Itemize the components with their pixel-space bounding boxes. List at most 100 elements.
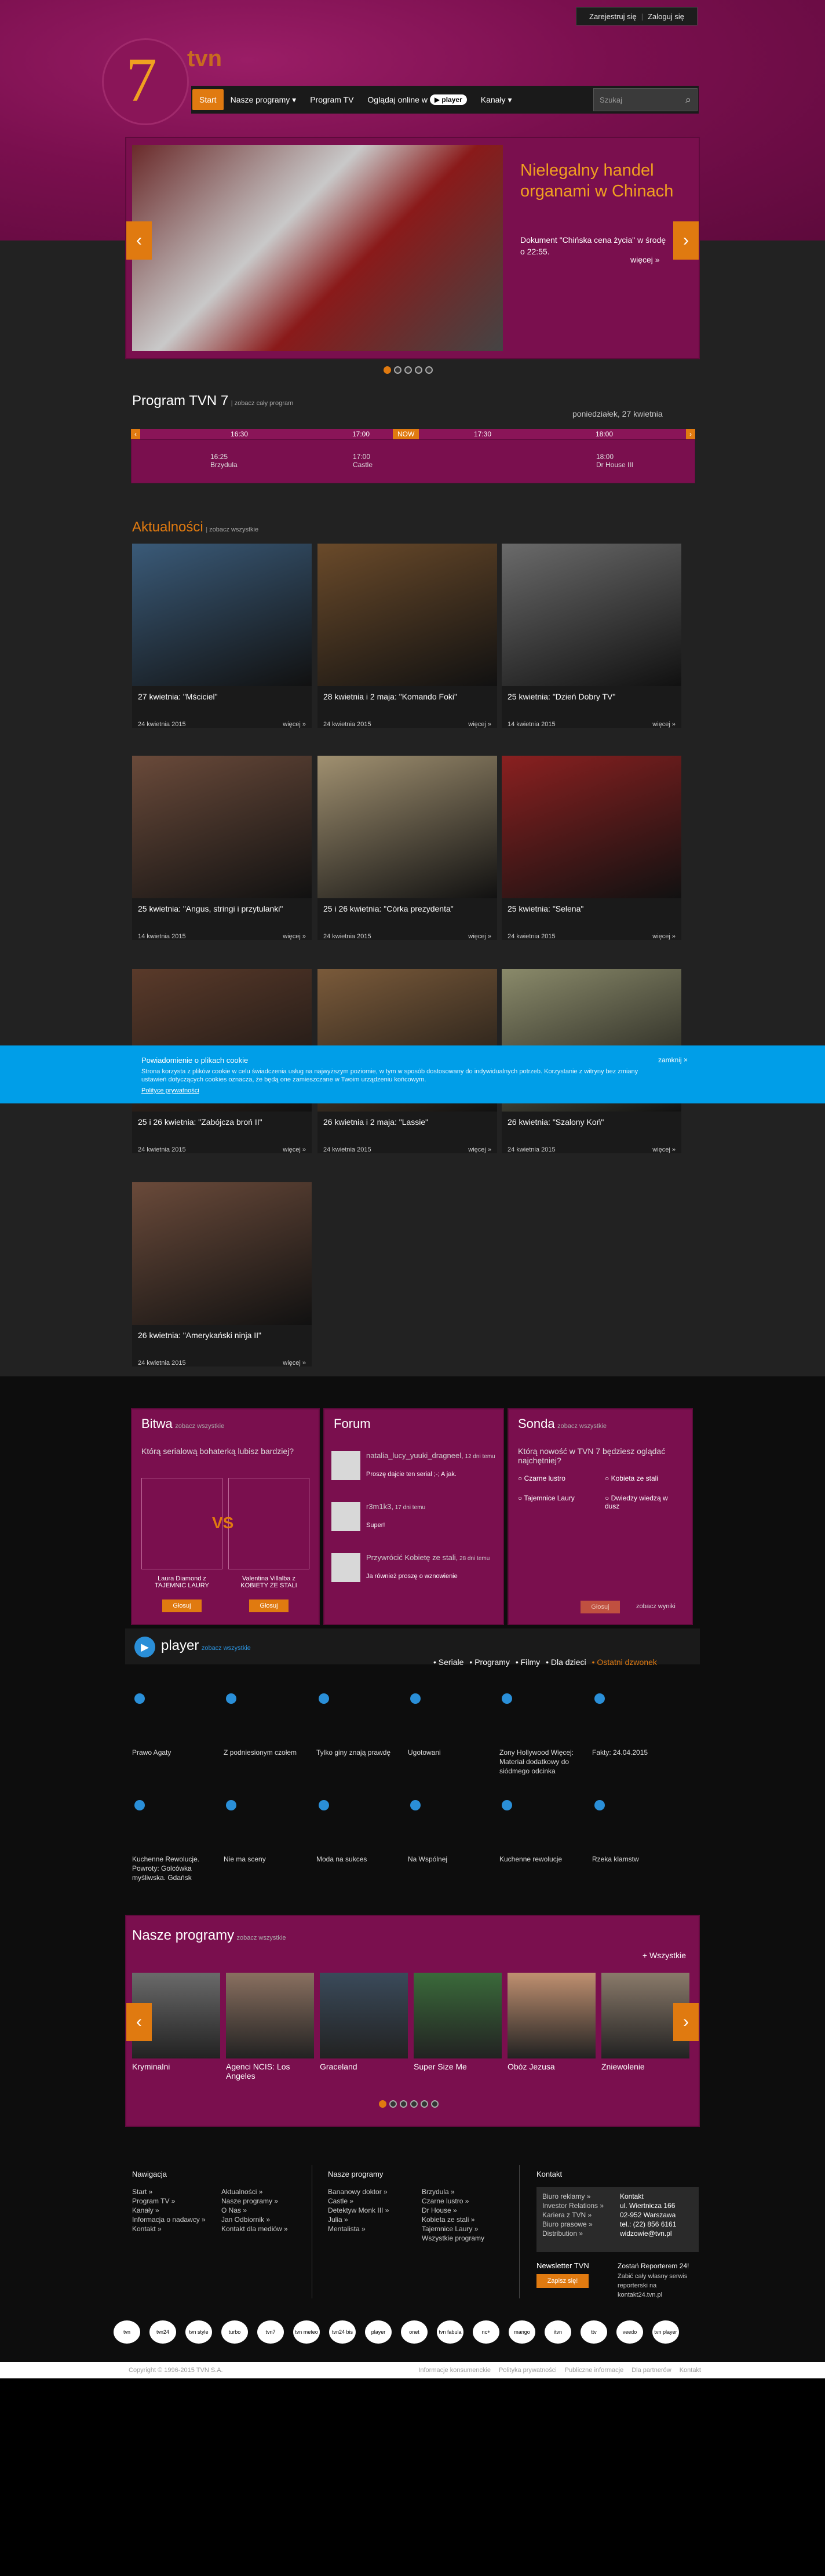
schedule-see-all-link[interactable]: zobacz cały program bbox=[235, 400, 294, 407]
player-video[interactable]: Kuchenne Rewolucje. Powroty: Golcówka my… bbox=[132, 1798, 219, 1882]
footer-program-link[interactable]: Brzydula » bbox=[422, 2187, 509, 2196]
video-thumbnail[interactable] bbox=[132, 1798, 219, 1851]
hero-image[interactable] bbox=[132, 145, 503, 351]
video-thumbnail[interactable] bbox=[224, 1798, 311, 1851]
nav-tv-program[interactable]: Program TV bbox=[303, 86, 360, 114]
news-image[interactable] bbox=[317, 756, 497, 898]
video-thumbnail[interactable] bbox=[316, 1691, 403, 1744]
player-tab[interactable]: • Dla dzieci bbox=[546, 1657, 586, 1667]
news-more-link[interactable]: więcej » bbox=[283, 1360, 306, 1367]
partner-logo-icon[interactable]: itvn bbox=[545, 2320, 571, 2344]
programs-see-all-link[interactable]: zobacz wszystkie bbox=[237, 1934, 286, 1941]
news-card[interactable]: 26 kwietnia: "Amerykański ninja II" 24 kw… bbox=[132, 1182, 312, 1367]
bottom-link[interactable]: Kontakt bbox=[680, 2367, 701, 2374]
program-image[interactable] bbox=[226, 1973, 314, 2058]
video-thumbnail[interactable] bbox=[499, 1691, 586, 1744]
bottom-link[interactable]: Informacje konsumenckie bbox=[418, 2367, 491, 2374]
pagination-dot[interactable] bbox=[384, 366, 391, 374]
program-item[interactable]: Obóz Jezusa bbox=[508, 1973, 596, 2071]
footer-program-link[interactable]: Kobieta ze stali » bbox=[422, 2215, 509, 2224]
battle-see-all-link[interactable]: zobacz wszystkie bbox=[175, 1423, 224, 1430]
poll-results-link[interactable]: zobacz wyniki bbox=[636, 1603, 676, 1610]
news-card[interactable]: 27 kwietnia: "Mściciel" 24 kwietnia 2015 w… bbox=[132, 544, 312, 728]
nav-programs[interactable]: Nasze programy ▾ bbox=[224, 86, 304, 114]
news-more-link[interactable]: więcej » bbox=[468, 721, 491, 728]
footer-program-link[interactable]: Mentalista » bbox=[328, 2224, 415, 2233]
news-more-link[interactable]: więcej » bbox=[283, 1146, 306, 1153]
battle-vote-left-button[interactable]: Głosuj bbox=[162, 1599, 202, 1612]
nav-channels[interactable]: Kanały ▾ bbox=[474, 86, 519, 114]
news-caption[interactable]: 28 kwietnia i 2 maja: "Komando Foki" bbox=[317, 686, 497, 721]
register-link[interactable]: Zarejestruj się bbox=[589, 12, 637, 21]
partner-logo-icon[interactable]: tvn bbox=[114, 2320, 140, 2344]
search-input[interactable]: Szukaj ⌕ bbox=[593, 88, 698, 111]
news-caption[interactable]: 26 kwietnia: "Amerykański ninja II" bbox=[132, 1325, 312, 1360]
video-title[interactable]: Nie ma sceny bbox=[224, 1854, 311, 1864]
footer-program-link[interactable]: Wszystkie programy bbox=[422, 2233, 509, 2243]
player-video[interactable]: Zony Hollywood Więcej: Materiał dodatkow… bbox=[499, 1691, 586, 1776]
player-see-all-link[interactable]: zobacz wszystkie bbox=[202, 1645, 251, 1652]
player-tab[interactable]: • Filmy bbox=[516, 1657, 540, 1667]
partner-logo-icon[interactable]: ttv bbox=[581, 2320, 607, 2344]
news-card[interactable]: 28 kwietnia i 2 maja: "Komando Foki" 24 k… bbox=[317, 544, 497, 728]
news-image[interactable] bbox=[132, 544, 312, 686]
timeline-prev-icon[interactable]: ‹ bbox=[131, 429, 140, 439]
partner-logo-icon[interactable]: tvn7 bbox=[257, 2320, 284, 2344]
program-name[interactable]: Graceland bbox=[320, 2062, 408, 2071]
video-title[interactable]: Fakty: 24.04.2015 bbox=[592, 1748, 679, 1757]
pagination-dot[interactable] bbox=[421, 2100, 428, 2108]
battle-vote-right-button[interactable]: Głosuj bbox=[249, 1599, 289, 1612]
pagination-dot[interactable] bbox=[379, 2100, 386, 2108]
footer-nav-link[interactable]: Nasze programy » bbox=[221, 2196, 308, 2206]
poll-vote-button[interactable]: Głosuj bbox=[581, 1601, 620, 1613]
player-tab[interactable]: • Programy bbox=[469, 1657, 509, 1667]
news-card[interactable]: 25 kwietnia: "Selena" 24 kwietnia 2015 wię… bbox=[502, 756, 681, 940]
footer-contact-link[interactable]: Distribution » bbox=[542, 2229, 612, 2238]
hero-title[interactable]: Nielegalny handel organami w Chinach bbox=[520, 160, 688, 202]
video-thumbnail[interactable] bbox=[499, 1798, 586, 1851]
program-name[interactable]: Super Size Me bbox=[414, 2062, 502, 2071]
program-item[interactable]: Agenci NCIS: Los Angeles bbox=[226, 1973, 314, 2081]
search-icon[interactable]: ⌕ bbox=[685, 94, 691, 106]
login-link[interactable]: Zaloguj się bbox=[648, 12, 684, 21]
partner-logo-icon[interactable]: tvn24 bbox=[149, 2320, 176, 2344]
pagination-dot[interactable] bbox=[410, 2100, 418, 2108]
program-name[interactable]: Kryminalni bbox=[132, 2062, 220, 2071]
player-video[interactable]: Prawo Agaty bbox=[132, 1691, 219, 1757]
news-card[interactable]: 25 kwietnia: "Angus, stringi i przytulan… bbox=[132, 756, 312, 940]
forum-post-user[interactable]: natalia_lucy_yuuki_dragneel, 12 dni temu bbox=[366, 1451, 495, 1460]
pagination-dot[interactable] bbox=[415, 366, 422, 374]
battle-right-image[interactable] bbox=[228, 1478, 309, 1569]
footer-program-link[interactable]: Castle » bbox=[328, 2196, 415, 2206]
partner-logo-icon[interactable]: player bbox=[365, 2320, 392, 2344]
footer-program-link[interactable]: Czarne lustro » bbox=[422, 2196, 509, 2206]
video-title[interactable]: Tylko giny znają prawdę bbox=[316, 1748, 403, 1757]
video-title[interactable]: Rzeka klamstw bbox=[592, 1854, 679, 1864]
bottom-link[interactable]: Publiczne informacje bbox=[565, 2367, 624, 2374]
news-image[interactable] bbox=[132, 756, 312, 898]
footer-contact-link[interactable]: Biuro prasowe » bbox=[542, 2220, 612, 2229]
newsletter-signup-button[interactable]: Zapisz się! bbox=[536, 2274, 589, 2288]
player-video[interactable]: Ugotowani bbox=[408, 1691, 495, 1757]
footer-nav-link[interactable]: Kanały » bbox=[132, 2206, 219, 2215]
footer-nav-link[interactable]: Aktualności » bbox=[221, 2187, 308, 2196]
cookie-policy-link[interactable]: Polityce prywatności bbox=[141, 1087, 199, 1094]
program-name[interactable]: Zniewolenie bbox=[601, 2062, 689, 2071]
pagination-dot[interactable] bbox=[431, 2100, 439, 2108]
player-video[interactable]: Fakty: 24.04.2015 bbox=[592, 1691, 679, 1757]
pagination-dot[interactable] bbox=[394, 366, 401, 374]
news-more-link[interactable]: więcej » bbox=[652, 721, 676, 728]
nav-start[interactable]: Start bbox=[192, 89, 224, 110]
footer-program-link[interactable]: Tajemnice Laury » bbox=[422, 2224, 509, 2233]
hero-prev-arrow-icon[interactable]: ‹ bbox=[126, 221, 152, 260]
forum-post-user[interactable]: r3m1k3, 17 dni temu bbox=[366, 1502, 425, 1511]
footer-nav-link[interactable]: Kontakt dla mediów » bbox=[221, 2224, 308, 2233]
news-image[interactable] bbox=[317, 544, 497, 686]
video-title[interactable]: Ugotowani bbox=[408, 1748, 495, 1757]
program-image[interactable] bbox=[508, 1973, 596, 2058]
player-video[interactable]: Rzeka klamstw bbox=[592, 1798, 679, 1864]
forum-post[interactable]: Przywrócić Kobietę ze stali, 28 dni temu… bbox=[331, 1553, 499, 1595]
player-video[interactable]: Z podniesionym czołem bbox=[224, 1691, 311, 1757]
schedule-show[interactable]: 16:25 Brzydula bbox=[210, 453, 238, 469]
news-caption[interactable]: 25 kwietnia: "Angus, stringi i przytulan… bbox=[132, 898, 312, 933]
